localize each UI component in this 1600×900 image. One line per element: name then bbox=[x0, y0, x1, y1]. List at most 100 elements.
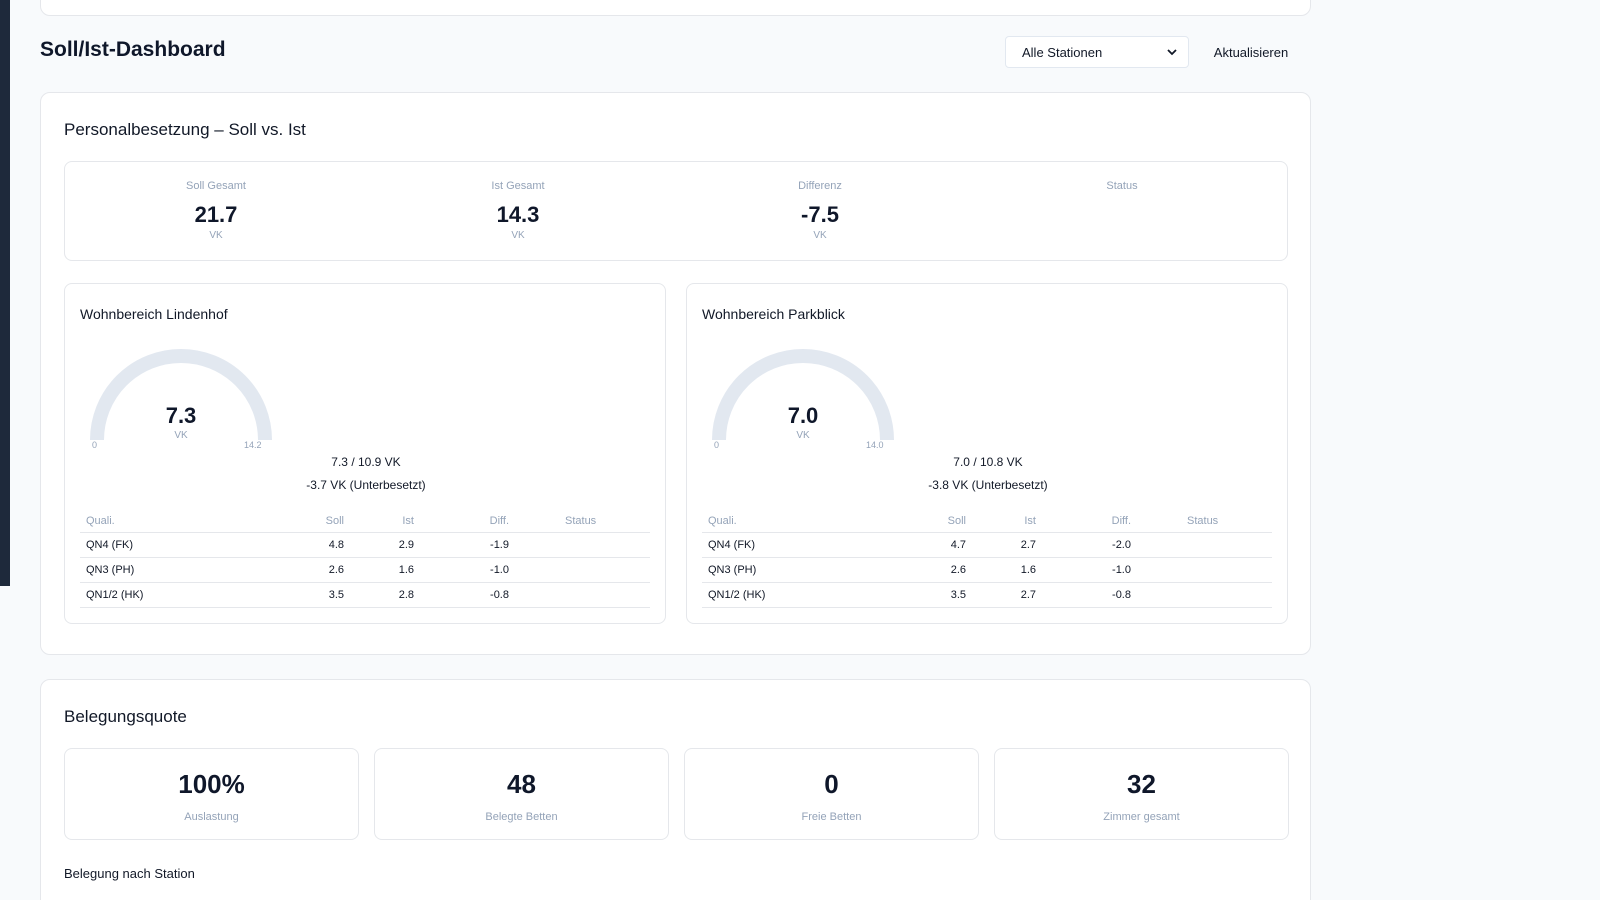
table-row: QN4 (FK) 4.8 2.9 -1.9 bbox=[80, 532, 650, 558]
quali-cell: QN3 (PH) bbox=[80, 557, 280, 583]
kpi-belegte-betten: 48 Belegte Betten bbox=[374, 748, 669, 840]
diff-cell: -0.8 bbox=[420, 582, 515, 608]
staffing-card: Personalbesetzung – Soll vs. Ist Soll Ge… bbox=[40, 92, 1311, 655]
summary-label: Status bbox=[1106, 180, 1138, 192]
summary-unit: VK bbox=[813, 230, 827, 241]
station-select[interactable]: Alle Stationen bbox=[1005, 36, 1189, 68]
soll-cell: 4.8 bbox=[280, 532, 350, 558]
ward-card-parkblick: Wohnbereich Parkblick 7.0 VK 0 14.0 7.0 … bbox=[686, 283, 1288, 624]
summary-label: Soll Gesamt bbox=[186, 180, 246, 192]
diff-cell: -0.8 bbox=[1042, 582, 1137, 608]
ist-cell: 2.7 bbox=[972, 582, 1042, 608]
ward-delta: -3.7 VK (Unterbesetzt) bbox=[306, 478, 426, 492]
ward-ratio: 7.0 / 10.8 VK bbox=[953, 455, 1023, 469]
sidebar-edge bbox=[0, 0, 10, 586]
column-header: Quali. bbox=[80, 510, 280, 533]
occupancy-by-station-heading: Belegung nach Station bbox=[64, 866, 195, 881]
summary-status: Status bbox=[971, 162, 1273, 262]
kpi-label: Auslastung bbox=[184, 811, 239, 823]
table-header-row: Quali. Soll Ist Diff. Status bbox=[80, 510, 650, 533]
quali-cell: QN1/2 (HK) bbox=[702, 582, 902, 608]
diff-cell: -2.0 bbox=[1042, 532, 1137, 558]
summary-label: Differenz bbox=[798, 180, 842, 192]
column-header: Soll bbox=[280, 510, 350, 533]
kpi-value: 32 bbox=[1127, 769, 1156, 799]
column-header: Ist bbox=[972, 510, 1042, 533]
ist-cell: 2.9 bbox=[350, 532, 420, 558]
ward-delta: -3.8 VK (Unterbesetzt) bbox=[928, 478, 1048, 492]
ward-card-lindenhof: Wohnbereich Lindenhof 7.3 VK 0 14.2 7.3 … bbox=[64, 283, 666, 624]
kpi-value: 0 bbox=[824, 769, 839, 799]
quali-cell: QN4 (FK) bbox=[80, 532, 280, 558]
column-header: Soll bbox=[902, 510, 972, 533]
kpi-zimmer-gesamt: 32 Zimmer gesamt bbox=[994, 748, 1289, 840]
column-header: Ist bbox=[350, 510, 420, 533]
summary-label: Ist Gesamt bbox=[491, 180, 545, 192]
quali-cell: QN4 (FK) bbox=[702, 532, 902, 558]
table-row: QN4 (FK) 4.7 2.7 -2.0 bbox=[702, 532, 1272, 558]
table-row: QN3 (PH) 2.6 1.6 -1.0 bbox=[80, 557, 650, 583]
summary-value: -7.5 bbox=[801, 202, 839, 227]
staffing-gauge: 7.3 VK 0 14.2 bbox=[80, 342, 282, 452]
status-cell bbox=[1137, 532, 1272, 558]
kpi-label: Zimmer gesamt bbox=[1103, 811, 1180, 823]
staffing-gauge: 7.0 VK 0 14.0 bbox=[702, 342, 904, 452]
gauge-min-label: 0 bbox=[714, 440, 720, 450]
ist-cell: 1.6 bbox=[350, 557, 420, 583]
soll-cell: 2.6 bbox=[280, 557, 350, 583]
summary-value: 21.7 bbox=[194, 202, 238, 227]
summary-value: 14.3 bbox=[496, 202, 540, 227]
status-cell bbox=[1137, 557, 1272, 583]
page-title: Soll/Ist-Dashboard bbox=[40, 38, 226, 61]
station-select-value: Alle Stationen bbox=[1022, 44, 1103, 60]
summary-unit: VK bbox=[511, 230, 525, 241]
status-cell bbox=[1137, 582, 1272, 608]
ist-cell: 2.7 bbox=[972, 532, 1042, 558]
column-header: Diff. bbox=[420, 510, 515, 533]
gauge-min-label: 0 bbox=[92, 440, 98, 450]
previous-card-edge bbox=[40, 0, 1311, 16]
status-cell bbox=[515, 582, 650, 608]
diff-cell: -1.0 bbox=[1042, 557, 1137, 583]
soll-cell: 4.7 bbox=[902, 532, 972, 558]
column-header: Quali. bbox=[702, 510, 902, 533]
status-cell bbox=[515, 557, 650, 583]
table-row: QN3 (PH) 2.6 1.6 -1.0 bbox=[702, 557, 1272, 583]
summary-soll: Soll Gesamt 21.7 VK bbox=[65, 162, 367, 262]
ward-ratio: 7.3 / 10.9 VK bbox=[331, 455, 401, 469]
staffing-card-title: Personalbesetzung – Soll vs. Ist bbox=[64, 120, 306, 139]
gauge-value: 7.3 bbox=[165, 403, 197, 428]
status-cell bbox=[515, 532, 650, 558]
gauge-value: 7.0 bbox=[787, 403, 819, 428]
diff-cell: -1.0 bbox=[420, 557, 515, 583]
qualification-table: Quali. Soll Ist Diff. Status QN4 (FK) 4.… bbox=[702, 510, 1272, 608]
quali-cell: QN1/2 (HK) bbox=[80, 582, 280, 608]
occupancy-card-title: Belegungsquote bbox=[64, 707, 187, 726]
table-row: QN1/2 (HK) 3.5 2.8 -0.8 bbox=[80, 582, 650, 608]
ward-title: Wohnbereich Lindenhof bbox=[80, 306, 228, 322]
column-header: Status bbox=[1137, 510, 1272, 533]
refresh-button[interactable]: Aktualisieren bbox=[1204, 36, 1298, 68]
diff-cell: -1.9 bbox=[420, 532, 515, 558]
kpi-value: 48 bbox=[507, 769, 536, 799]
kpi-label: Freie Betten bbox=[801, 811, 862, 823]
column-header: Diff. bbox=[1042, 510, 1137, 533]
summary-differenz: Differenz -7.5 VK bbox=[669, 162, 971, 262]
summary-ist: Ist Gesamt 14.3 VK bbox=[367, 162, 669, 262]
occupancy-card: Belegungsquote 100% Auslastung 48 Belegt… bbox=[40, 679, 1311, 900]
table-row: QN1/2 (HK) 3.5 2.7 -0.8 bbox=[702, 582, 1272, 608]
summary-unit: VK bbox=[209, 230, 223, 241]
gauge-max-label: 14.2 bbox=[244, 440, 262, 450]
chevron-down-icon bbox=[1166, 46, 1178, 58]
ist-cell: 1.6 bbox=[972, 557, 1042, 583]
column-header: Status bbox=[515, 510, 650, 533]
table-header-row: Quali. Soll Ist Diff. Status bbox=[702, 510, 1272, 533]
kpi-label: Belegte Betten bbox=[485, 811, 558, 823]
ist-cell: 2.8 bbox=[350, 582, 420, 608]
ward-title: Wohnbereich Parkblick bbox=[702, 306, 845, 322]
qualification-table: Quali. Soll Ist Diff. Status QN4 (FK) 4.… bbox=[80, 510, 650, 608]
soll-cell: 3.5 bbox=[280, 582, 350, 608]
dashboard-header: Soll/Ist-Dashboard Alle Stationen Aktual… bbox=[40, 36, 1311, 68]
staffing-summary: Soll Gesamt 21.7 VK Ist Gesamt 14.3 VK D… bbox=[64, 161, 1288, 261]
kpi-freie-betten: 0 Freie Betten bbox=[684, 748, 979, 840]
